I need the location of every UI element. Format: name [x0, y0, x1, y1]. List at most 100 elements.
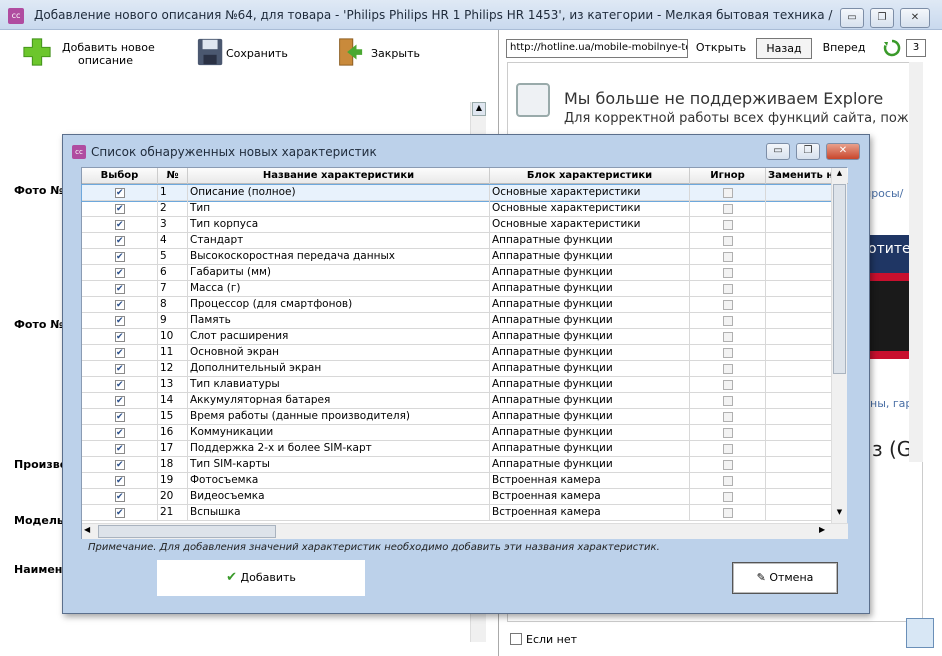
ignore-checkbox[interactable]	[723, 380, 733, 390]
scroll-up-arrow-icon[interactable]: ▲	[833, 169, 846, 182]
replace-cell[interactable]	[766, 345, 832, 361]
block-cell[interactable]: Аппаратные функции	[490, 297, 690, 313]
name-cell[interactable]: Процессор (для смартфонов)	[188, 297, 490, 313]
name-cell[interactable]: Описание (полное)	[188, 185, 490, 201]
dialog-minimize-button[interactable]: ▭	[766, 143, 790, 160]
ignore-checkbox[interactable]	[723, 428, 733, 438]
add-button[interactable]: ✔ Добавить	[157, 560, 365, 596]
table-row[interactable]: 8Процессор (для смартфонов)Аппаратные фу…	[82, 297, 832, 313]
ignore-cell[interactable]	[690, 361, 766, 377]
select-checkbox[interactable]	[115, 378, 125, 393]
add-description-button[interactable]: Добавить новое описание	[22, 36, 172, 72]
block-cell[interactable]: Аппаратные функции	[490, 409, 690, 425]
block-cell[interactable]: Аппаратные функции	[490, 313, 690, 329]
table-row[interactable]: 12Дополнительный экранАппаратные функции	[82, 361, 832, 377]
select-checkbox[interactable]	[115, 410, 125, 425]
replace-cell[interactable]	[766, 361, 832, 377]
name-cell[interactable]: Высокоскоростная передача данных	[188, 249, 490, 265]
name-cell[interactable]: Тип клавиатуры	[188, 377, 490, 393]
ignore-cell[interactable]	[690, 217, 766, 233]
name-cell[interactable]: Фотосъемка	[188, 473, 490, 489]
ignore-cell[interactable]	[690, 329, 766, 345]
web-scrollbar[interactable]	[909, 62, 923, 462]
select-checkbox[interactable]	[115, 186, 125, 201]
select-checkbox[interactable]	[115, 458, 125, 473]
grid-scroll-thumb[interactable]	[833, 184, 846, 374]
scroll-down-arrow-icon[interactable]: ▼	[833, 508, 846, 521]
block-cell[interactable]: Аппаратные функции	[490, 265, 690, 281]
select-checkbox[interactable]	[115, 442, 125, 457]
ignore-cell[interactable]	[690, 457, 766, 473]
block-cell[interactable]: Аппаратные функции	[490, 329, 690, 345]
open-button[interactable]: Открыть	[692, 38, 750, 59]
scroll-up-icon[interactable]: ▲	[472, 102, 486, 116]
ignore-checkbox[interactable]	[723, 508, 733, 518]
name-cell[interactable]: Время работы (данные производителя)	[188, 409, 490, 425]
select-cell[interactable]	[82, 457, 158, 473]
name-cell[interactable]: Масса (г)	[188, 281, 490, 297]
col-replace[interactable]: Заменить н	[766, 168, 832, 184]
select-cell[interactable]	[82, 377, 158, 393]
table-row[interactable]: 13Тип клавиатурыАппаратные функции	[82, 377, 832, 393]
col-ignore[interactable]: Игнор	[690, 168, 766, 184]
ignore-checkbox[interactable]	[723, 412, 733, 422]
table-row[interactable]: 10Слот расширенияАппаратные функции	[82, 329, 832, 345]
select-cell[interactable]	[82, 361, 158, 377]
select-checkbox[interactable]	[115, 298, 125, 313]
ignore-cell[interactable]	[690, 297, 766, 313]
table-row[interactable]: 20ВидеосъемкаВстроенная камера	[82, 489, 832, 505]
select-checkbox[interactable]	[115, 202, 125, 217]
ignore-cell[interactable]	[690, 201, 766, 217]
select-cell[interactable]	[82, 249, 158, 265]
select-cell[interactable]	[82, 297, 158, 313]
name-cell[interactable]: Габариты (мм)	[188, 265, 490, 281]
ignore-checkbox[interactable]	[723, 188, 733, 198]
replace-cell[interactable]	[766, 185, 832, 201]
table-row[interactable]: 6Габариты (мм)Аппаратные функции	[82, 265, 832, 281]
replace-cell[interactable]	[766, 457, 832, 473]
replace-cell[interactable]	[766, 217, 832, 233]
grid-vertical-scrollbar[interactable]: ▲ ▼	[831, 168, 847, 524]
name-cell[interactable]: Дополнительный экран	[188, 361, 490, 377]
replace-cell[interactable]	[766, 489, 832, 505]
col-number[interactable]: №	[158, 168, 188, 184]
block-cell[interactable]: Аппаратные функции	[490, 441, 690, 457]
select-checkbox[interactable]	[115, 266, 125, 281]
ignore-cell[interactable]	[690, 313, 766, 329]
select-cell[interactable]	[82, 233, 158, 249]
ignore-checkbox[interactable]	[723, 316, 733, 326]
block-cell[interactable]: Аппаратные функции	[490, 425, 690, 441]
block-cell[interactable]: Аппаратные функции	[490, 361, 690, 377]
select-checkbox[interactable]	[115, 394, 125, 409]
replace-cell[interactable]	[766, 233, 832, 249]
select-cell[interactable]	[82, 345, 158, 361]
table-row[interactable]: 7Масса (г)Аппаратные функции	[82, 281, 832, 297]
replace-cell[interactable]	[766, 281, 832, 297]
table-row[interactable]: 14Аккумуляторная батареяАппаратные функц…	[82, 393, 832, 409]
col-block[interactable]: Блок характеристики	[490, 168, 690, 184]
name-cell[interactable]: Тип SIM-карты	[188, 457, 490, 473]
replace-cell[interactable]	[766, 377, 832, 393]
select-cell[interactable]	[82, 313, 158, 329]
select-checkbox[interactable]	[115, 234, 125, 249]
select-checkbox[interactable]	[115, 474, 125, 489]
col-name[interactable]: Название характеристики	[188, 168, 490, 184]
select-cell[interactable]	[82, 425, 158, 441]
ignore-cell[interactable]	[690, 505, 766, 521]
block-cell[interactable]: Встроенная камера	[490, 473, 690, 489]
select-cell[interactable]	[82, 201, 158, 217]
replace-cell[interactable]	[766, 249, 832, 265]
ignore-checkbox[interactable]	[723, 204, 733, 214]
scroll-left-arrow-icon[interactable]: ◀	[84, 525, 90, 534]
ignore-checkbox[interactable]	[723, 460, 733, 470]
select-cell[interactable]	[82, 185, 158, 201]
select-cell[interactable]	[82, 473, 158, 489]
name-cell[interactable]: Видеосъемка	[188, 489, 490, 505]
close-button[interactable]: Закрыть	[334, 36, 424, 72]
replace-cell[interactable]	[766, 393, 832, 409]
name-cell[interactable]: Коммуникации	[188, 425, 490, 441]
block-cell[interactable]: Основные характеристики	[490, 201, 690, 217]
select-cell[interactable]	[82, 265, 158, 281]
ignore-cell[interactable]	[690, 185, 766, 201]
ignore-checkbox[interactable]	[723, 220, 733, 230]
